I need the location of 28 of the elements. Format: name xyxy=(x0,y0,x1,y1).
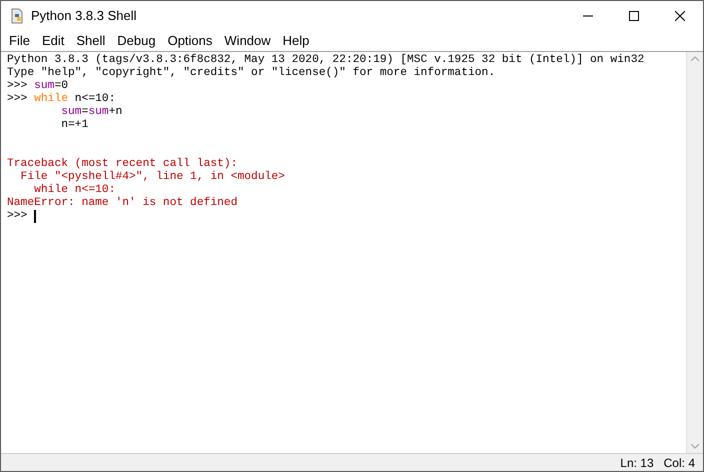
menu-item[interactable]: Shell xyxy=(70,31,112,51)
shell-line: Type "help", "copyright", "credits" or "license()" for more information. xyxy=(7,67,496,80)
shell-line: Traceback (most recent call last): xyxy=(7,158,238,170)
shell-line: while n<=10: xyxy=(33,184,116,197)
shell-line: n=+1 xyxy=(60,119,88,132)
shell-line: File "<pyshell#4>", line 1, in <module> xyxy=(20,171,285,184)
vertical-scrollbar[interactable] xyxy=(686,52,703,453)
close-icon xyxy=(675,11,685,21)
menu-item[interactable]: Window xyxy=(218,31,277,51)
window-title: Python 3.8.3 Shell xyxy=(31,7,137,26)
scroll-down-icon[interactable] xyxy=(691,444,699,449)
line-number-status: Ln: 13 xyxy=(620,454,654,471)
menu-item[interactable]: Options xyxy=(162,31,218,51)
shell-line: >>> sum=0 xyxy=(7,80,68,92)
menu-item[interactable]: File xyxy=(3,31,36,51)
column-number-status: Col: 4 xyxy=(664,454,695,471)
scroll-up-icon[interactable] xyxy=(691,56,699,61)
menu-item[interactable]: Debug xyxy=(111,31,162,51)
maximize-icon xyxy=(629,11,639,21)
menu-item[interactable]: Help xyxy=(276,31,316,51)
menu-item[interactable]: Edit xyxy=(36,31,70,51)
text-cursor xyxy=(34,210,36,223)
shell-line: >>> xyxy=(7,210,28,223)
shell-line: sum=sum+n xyxy=(60,106,122,119)
shell-line: >>> while n<=10: xyxy=(7,93,116,106)
python-file-icon xyxy=(9,8,25,24)
shell-line: NameError: name 'n' is not defined xyxy=(7,197,238,210)
shell-line: Python 3.8.3 (tags/v3.8.3:6f8c832, May 13 2020, 22:20:19) [MSC v.1925 32 bit (Intel)] on win32 xyxy=(7,54,644,66)
